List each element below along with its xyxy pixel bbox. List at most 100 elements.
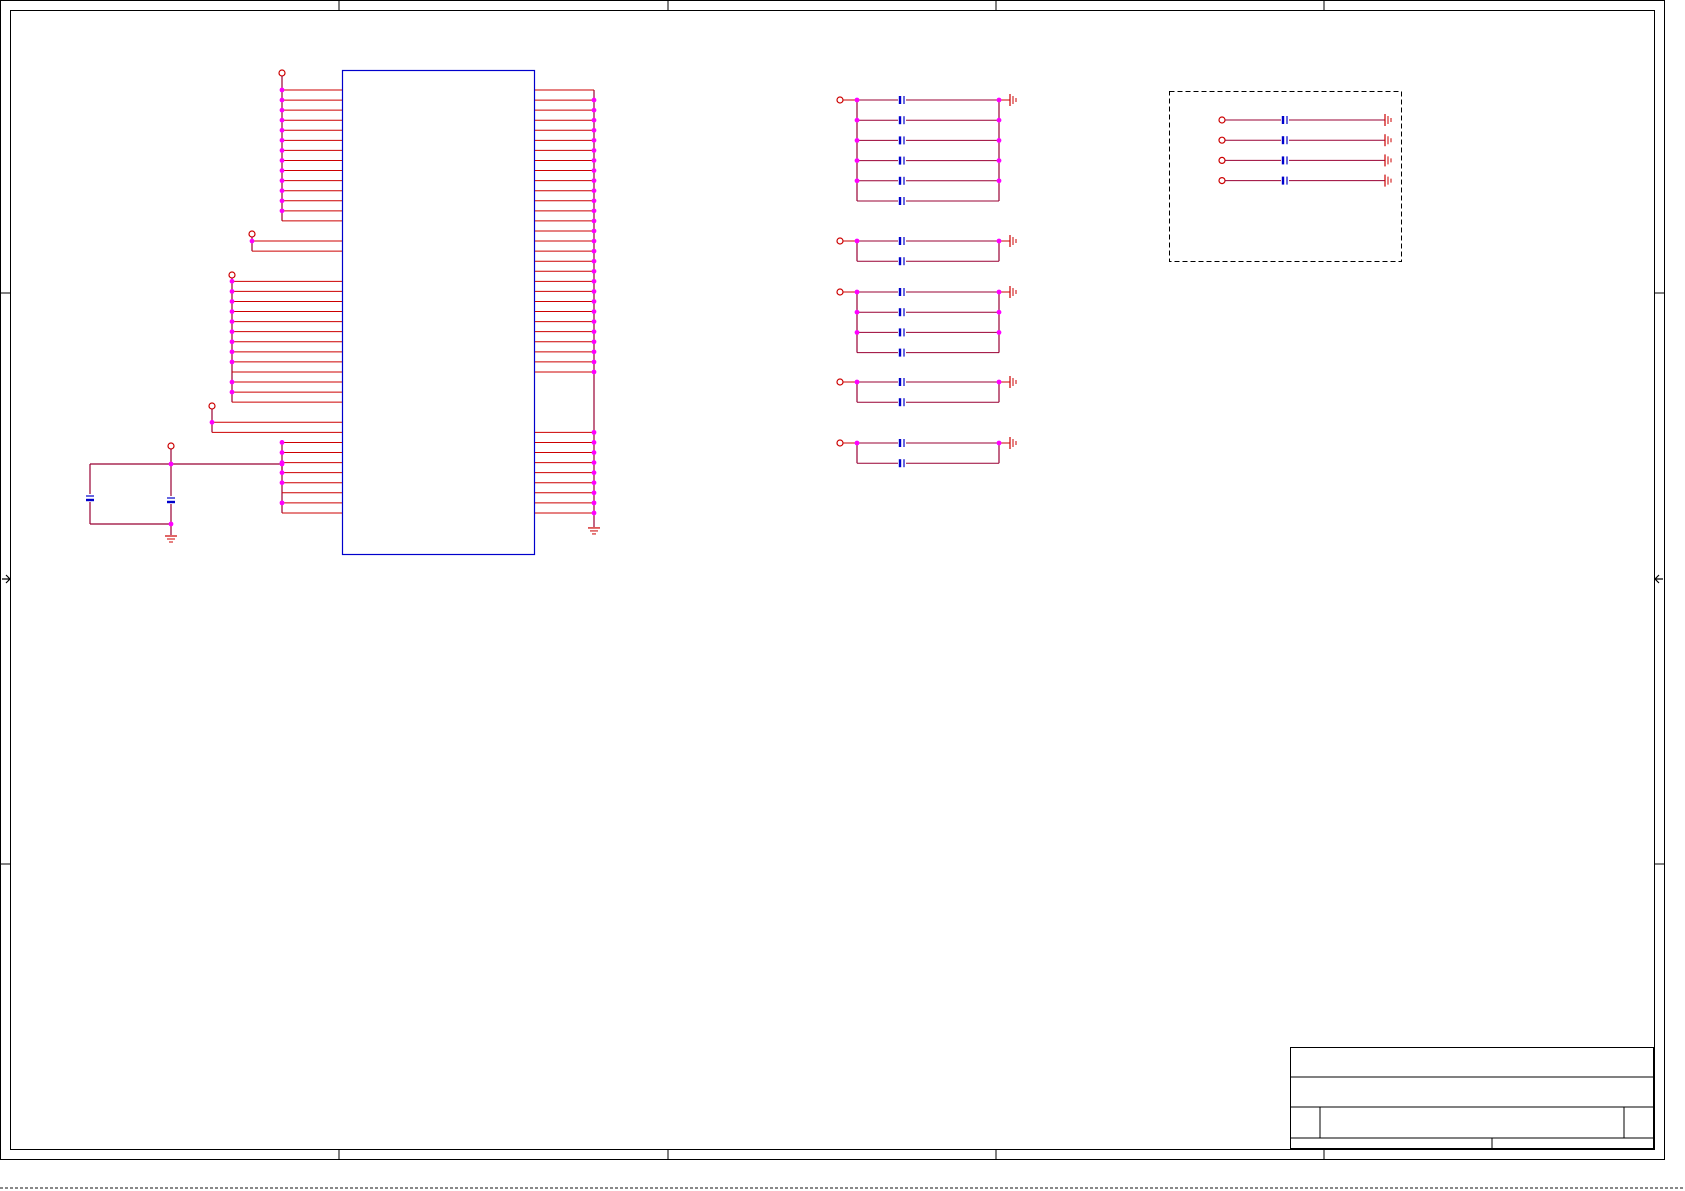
junction-dot-icon (591, 440, 597, 445)
junction-dots (168, 87, 1002, 527)
junction-dot-icon (591, 238, 597, 244)
ic-body (341, 69, 536, 556)
decoupling-group (836, 94, 1017, 205)
drawing-frame (0, 0, 1685, 1189)
dashed-block-outline (1169, 91, 1402, 262)
junction-dot-icon (591, 228, 597, 234)
capacitor-icon (898, 398, 905, 407)
junction-dot-icon (591, 339, 597, 345)
ground-icon (1009, 94, 1017, 106)
capacitor-icon (898, 378, 905, 386)
ic-right-pin-nets (535, 89, 600, 535)
junction-dot-icon (591, 117, 597, 123)
junction-dot-icon (249, 238, 255, 244)
capacitor-icon (1281, 176, 1288, 185)
junction-dot-icon (996, 178, 1002, 184)
capacitor-icon (1281, 136, 1288, 145)
capacitor-icon (898, 136, 905, 145)
power-port-icon (1218, 156, 1226, 164)
ground-icon (1384, 174, 1392, 187)
junction-dot-icon (279, 470, 285, 476)
power-port-icon (836, 237, 844, 245)
junction-dot-icon (229, 289, 235, 294)
junction-dot-icon (279, 198, 285, 204)
capacitor-icon (898, 348, 905, 357)
junction-dot-icon (279, 148, 285, 153)
junction-dot-icon (996, 117, 1002, 123)
junction-dot-icon (591, 490, 597, 496)
power-port-icon (228, 271, 236, 279)
power-port-icon (278, 69, 286, 77)
junction-dot-icon (591, 268, 597, 274)
decoupling-capacitor-groups (836, 94, 1017, 468)
capacitor-icon (898, 176, 905, 185)
junction-dot-icon (591, 359, 597, 365)
power-port-icon (167, 442, 175, 450)
title-block-box (1290, 1047, 1654, 1149)
junction-dot-icon (279, 178, 285, 184)
capacitor-icon (898, 156, 905, 165)
power-port-icon (836, 439, 844, 447)
capacitor-icon (898, 439, 905, 447)
junction-dot-icon (168, 521, 174, 527)
capacitor-icon (1281, 156, 1288, 165)
junction-dot-icon (996, 330, 1002, 335)
junction-dot-icon (591, 369, 597, 375)
junction-dot-icon (229, 329, 235, 335)
junction-dot-icon (229, 359, 235, 365)
junction-dot-icon (279, 87, 285, 93)
junction-dot-icon (591, 158, 597, 163)
ground-icon (165, 535, 177, 543)
junction-dot-icon (996, 97, 1002, 103)
dashed-capacitor-block (1169, 91, 1402, 262)
junction-dot-icon (854, 289, 860, 295)
capacitor-icon (898, 237, 905, 245)
ground-icon (1009, 235, 1017, 247)
junction-dot-icon (854, 158, 860, 164)
inner-border (10, 10, 1655, 1150)
decoupling-group (836, 376, 1017, 407)
power-port-icon (208, 402, 216, 410)
junction-dot-icon (854, 440, 860, 446)
junction-dot-icon (996, 379, 1002, 385)
decoupling-group (836, 235, 1017, 266)
junction-dot-icon (229, 278, 235, 284)
junction-dot-icon (279, 188, 285, 194)
junction-dot-icon (591, 480, 597, 486)
junction-dot-icon (591, 470, 597, 476)
capacitor-icon (898, 459, 905, 468)
junction-dot-icon (996, 238, 1002, 244)
capacitor-icon (898, 308, 905, 317)
junction-dot-icon (854, 97, 860, 103)
junction-dot-icon (279, 168, 285, 173)
junction-dot-icon (229, 319, 235, 325)
ground-icon (1009, 437, 1017, 449)
capacitor-icon (898, 288, 905, 296)
outer-border (0, 0, 1665, 1160)
junction-dot-icon (854, 379, 860, 385)
junction-dot-icon (209, 419, 215, 425)
junction-dot-icon (591, 97, 597, 103)
capacitor-icon (898, 257, 905, 266)
junction-dot-icon (854, 138, 860, 143)
ic-left-pin-nets (208, 69, 342, 514)
ground-icon (1384, 114, 1392, 126)
junction-dot-icon (996, 289, 1002, 295)
junction-dot-icon (168, 461, 174, 467)
junction-dot-icon (591, 248, 597, 254)
junction-dot-icon (591, 299, 597, 304)
junction-dot-icon (591, 319, 597, 325)
junction-dot-icon (279, 480, 285, 486)
junction-dot-icon (229, 299, 235, 304)
junction-dot-icon (591, 510, 597, 516)
junction-dot-icon (229, 349, 235, 355)
junction-dot-icon (279, 127, 285, 133)
junction-dot-icon (591, 208, 597, 214)
junction-dot-icon (279, 117, 285, 123)
power-port-icon (1218, 136, 1226, 144)
junction-dot-icon (591, 460, 597, 465)
decoupling-group (836, 286, 1017, 357)
power-port-icon (1218, 116, 1226, 124)
junction-dot-icon (279, 158, 285, 163)
power-port-icon (836, 96, 844, 104)
